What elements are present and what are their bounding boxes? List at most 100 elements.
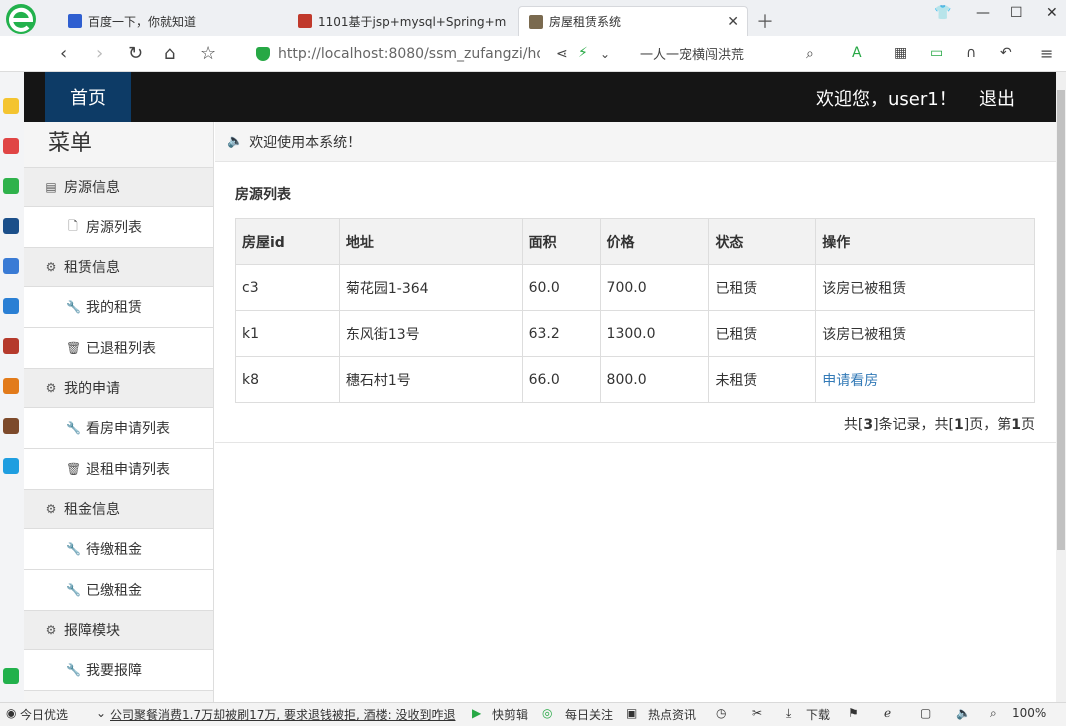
gear-icon: ⚙ — [45, 260, 57, 274]
web-page: 首页 欢迎您，user1！ 退出 菜单 ▤ 房源信息 🗋 房源列表 ⚙ 租赁信息… — [24, 72, 1056, 702]
apply-viewing-link[interactable]: 申请看房 — [822, 373, 878, 389]
hot-news[interactable]: 热点资讯 — [648, 706, 696, 723]
home-icon[interactable]: ⌂ — [164, 43, 175, 64]
forward-icon[interactable]: › — [96, 43, 103, 64]
news-app-icon[interactable] — [3, 218, 19, 234]
zoom-level[interactable]: 100% — [1012, 706, 1046, 720]
file-icon: 🗋 — [68, 218, 78, 233]
chevron-down-icon[interactable]: ⌄ — [600, 47, 610, 61]
cell-address: 东风街13号 — [338, 310, 523, 357]
baidu-favicon-icon — [68, 14, 82, 28]
table-row: c3 菊花园1-364 60.0 700.0 已租赁 该房已被租赁 — [235, 264, 1035, 311]
tab-project[interactable]: 1101基于jsp+mysql+Spring+m — [288, 6, 514, 36]
menu-item-returned-list[interactable]: 🗑 已退租列表 — [24, 328, 213, 369]
doc-app-icon[interactable] — [3, 258, 19, 274]
battery-icon[interactable]: ▭ — [930, 45, 943, 61]
security-shield-icon — [256, 47, 270, 61]
tab-rental-system[interactable]: 房屋租赁系统 ✕ — [518, 6, 748, 36]
star-icon[interactable] — [3, 98, 19, 114]
favorite-star-icon[interactable]: ☆ — [200, 43, 216, 64]
zoom-icon: ⌕ — [990, 706, 997, 720]
browser-icon[interactable]: ℯ — [884, 706, 891, 720]
logout-link[interactable]: 退出 — [979, 85, 1015, 111]
chevron-down-icon[interactable]: ⌄ — [96, 706, 106, 720]
chat-app-icon[interactable] — [3, 298, 19, 314]
menu-item-rent-paid[interactable]: 🔧 已缴租金 — [24, 570, 213, 611]
cell-id: k8 — [235, 356, 340, 403]
skin-icon[interactable]: 👕 — [934, 5, 951, 21]
address-input[interactable]: http://localhost:8080/ssm_zufangzi/hou — [278, 46, 540, 62]
back-icon[interactable]: ‹ — [60, 43, 67, 64]
flag-icon[interactable]: ⚑ — [848, 706, 859, 720]
address-bar[interactable]: http://localhost:8080/ssm_zufangzi/hou — [256, 41, 546, 67]
wrench-icon: 🔧 — [66, 421, 81, 435]
quick-edit[interactable]: 快剪辑 — [492, 706, 528, 723]
menu-item-label: 看房申请列表 — [86, 421, 170, 437]
volume-icon[interactable]: 🔈 — [956, 706, 971, 720]
tab-close-icon[interactable]: ✕ — [727, 14, 739, 30]
today-picks-icon: ◉ — [6, 706, 17, 720]
minimize-icon[interactable]: — — [976, 5, 990, 21]
menu-group-rent[interactable]: ⚙ 租金信息 — [24, 490, 213, 529]
menu-group-fault[interactable]: ⚙ 报障模块 — [24, 611, 213, 650]
window-icon[interactable]: ▢ — [920, 706, 931, 720]
clean-icon[interactable]: ✂ — [752, 706, 762, 720]
menu-item-report-fault[interactable]: 🔧 我要报障 — [24, 650, 213, 691]
top-navbar: 首页 欢迎您，user1！ 退出 — [24, 72, 1056, 122]
menu-group-label: 房源信息 — [64, 180, 120, 196]
refresh-icon[interactable]: ↻ — [128, 43, 143, 64]
add-app-icon[interactable] — [3, 668, 19, 684]
headphones-icon[interactable]: ∩ — [966, 45, 976, 61]
speed-icon[interactable]: ◷ — [716, 706, 726, 720]
browser-logo-icon[interactable] — [0, 2, 44, 36]
tab-baidu[interactable]: 百度一下，你就知道 — [58, 6, 284, 36]
wrench-icon: 🔧 — [66, 542, 81, 556]
download-icon: ⤓ — [786, 706, 792, 720]
apps-grid-icon[interactable]: ▦ — [894, 45, 907, 61]
game2-app-icon[interactable] — [3, 378, 19, 394]
window-close-icon[interactable]: ✕ — [1046, 5, 1058, 21]
search-hint[interactable]: 一人一宠横闯洪荒 — [640, 44, 744, 63]
weibo-icon[interactable] — [3, 138, 19, 154]
project-favicon-icon — [298, 14, 312, 28]
browser-tab-bar: 百度一下，你就知道 1101基于jsp+mysql+Spring+m 房屋租赁系… — [0, 0, 1066, 36]
hot-news-icon: ▣ — [626, 706, 638, 720]
menu-group-lease[interactable]: ⚙ 租赁信息 — [24, 248, 213, 287]
undo-icon[interactable]: ↶ — [1000, 45, 1012, 61]
today-picks[interactable]: 今日优选 — [20, 706, 68, 723]
daily-focus[interactable]: 每日关注 — [565, 706, 613, 723]
menu-group-applications[interactable]: ⚙ 我的申请 — [24, 369, 213, 408]
video-app-icon[interactable] — [3, 458, 19, 474]
page-scrollbar[interactable] — [1056, 72, 1066, 702]
cell-action: 该房已被租赁 — [815, 264, 1035, 311]
search-icon[interactable]: ⌕ — [806, 46, 814, 62]
notice-text: 欢迎使用本系统！ — [249, 134, 362, 151]
menu-group-house[interactable]: ▤ 房源信息 — [24, 168, 213, 207]
wrench-icon: 🔧 — [66, 583, 81, 597]
share-icon[interactable]: ⋖ — [556, 46, 568, 62]
game3-app-icon[interactable] — [3, 418, 19, 434]
total-records: 3 — [863, 417, 874, 433]
translate-icon[interactable]: A — [852, 45, 862, 61]
tab-title: 1101基于jsp+mysql+Spring+m — [318, 14, 507, 29]
col-header: 价格 — [599, 218, 710, 265]
new-tab-icon[interactable]: ＋ — [756, 8, 774, 34]
mail-icon[interactable] — [3, 178, 19, 194]
scroll-thumb[interactable] — [1057, 90, 1065, 550]
menu-icon[interactable]: ≡ — [1040, 44, 1053, 63]
maximize-icon[interactable]: ☐ — [1010, 5, 1023, 21]
lightning-icon[interactable]: ⚡ — [578, 45, 588, 61]
download[interactable]: 下载 — [806, 706, 830, 723]
menu-item-rent-due[interactable]: 🔧 待缴租金 — [24, 529, 213, 570]
menu-item-my-lease[interactable]: 🔧 我的租赁 — [24, 287, 213, 328]
news-ticker[interactable]: 公司聚餐消费1.7万却被刷17万, 要求退钱被拒, 酒楼: 没收到咋退 — [110, 706, 455, 723]
cell-area: 60.0 — [521, 264, 601, 311]
welcome-text: 欢迎您，user1！ — [816, 89, 957, 110]
menu-item-return-requests[interactable]: 🗑 退租申请列表 — [24, 449, 213, 490]
nav-home[interactable]: 首页 — [45, 72, 131, 122]
cell-price: 1300.0 — [599, 310, 710, 357]
menu-item-house-list[interactable]: 🗋 房源列表 — [24, 207, 213, 248]
game-app-icon[interactable] — [3, 338, 19, 354]
table-header-row: 房屋id 地址 面积 价格 状态 操作 — [235, 218, 1035, 265]
menu-item-viewing-requests[interactable]: 🔧 看房申请列表 — [24, 408, 213, 449]
